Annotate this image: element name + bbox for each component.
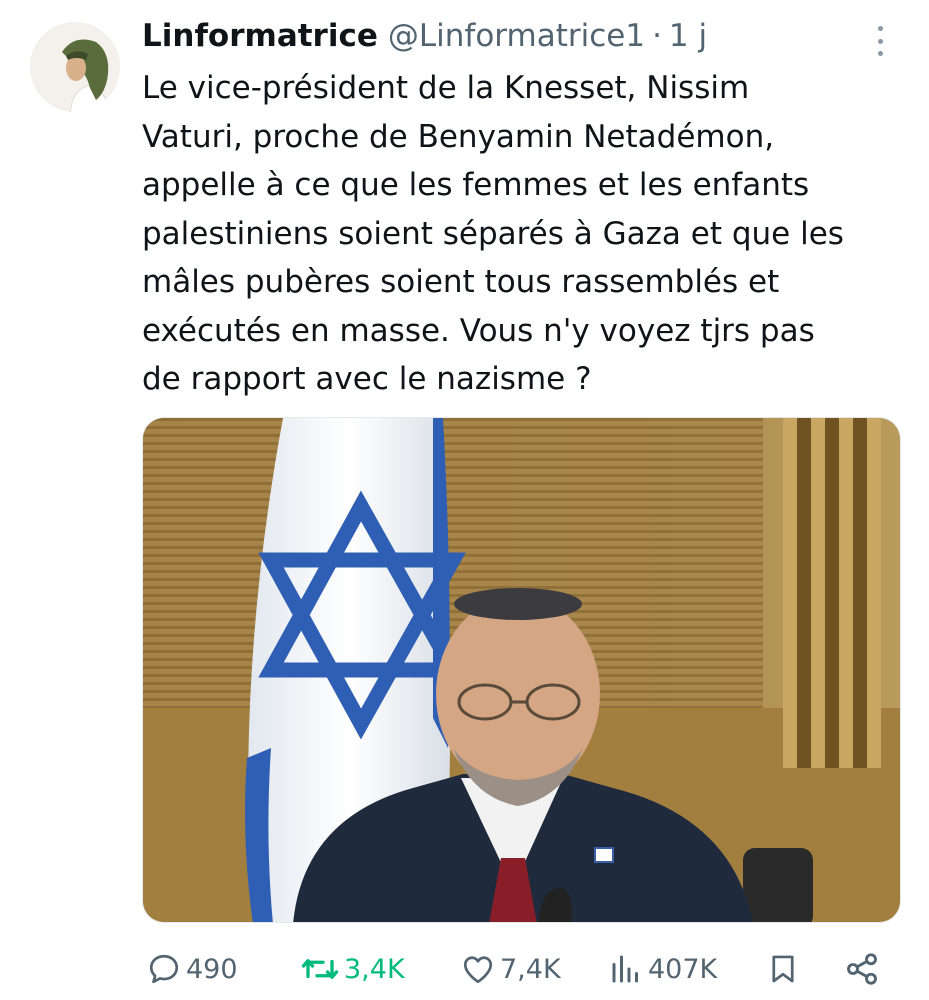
reply-count: 490 bbox=[186, 953, 238, 985]
retweet-count: 3,4K bbox=[344, 953, 405, 985]
share-icon bbox=[847, 953, 877, 985]
views-chart-icon bbox=[612, 955, 638, 983]
photo-illustration bbox=[143, 418, 900, 922]
tweet-text-line: palestiniens soient séparés à Gaza et qu… bbox=[142, 215, 844, 252]
author-name[interactable]: Linformatrice bbox=[142, 18, 378, 54]
tweet-text-line: Le vice-président de la Knesset, Nissim bbox=[142, 70, 750, 106]
like-count: 7,4K bbox=[500, 953, 561, 985]
tweet-text: Le vice-président de la Knesset, Nissim … bbox=[142, 64, 912, 404]
avatar-image bbox=[30, 22, 120, 112]
tweet-photo[interactable] bbox=[142, 417, 901, 923]
reply-icon bbox=[149, 954, 179, 984]
like-button[interactable]: 7,4K bbox=[460, 944, 561, 994]
views-button[interactable]: 407K bbox=[608, 944, 717, 994]
author-handle[interactable]: @Linformatrice1 bbox=[388, 18, 645, 54]
view-count: 407K bbox=[648, 953, 718, 985]
share-button[interactable] bbox=[844, 944, 880, 994]
tweet-text-line: Vaturi, proche de Benyamin Netadémon, bbox=[142, 118, 775, 155]
author-avatar[interactable] bbox=[30, 22, 120, 112]
more-options-icon[interactable] bbox=[872, 26, 888, 56]
retweet-button[interactable]: 3,4K bbox=[300, 944, 405, 994]
bookmark-button[interactable] bbox=[766, 944, 800, 994]
heart-icon bbox=[463, 956, 493, 984]
reply-button[interactable]: 490 bbox=[146, 944, 238, 994]
bookmark-icon bbox=[772, 955, 794, 983]
tweet-text-line: de rapport avec le nazisme ? bbox=[142, 361, 592, 397]
tweet-actions: 490 3,4K 7,4K 407K bbox=[142, 944, 902, 994]
tweet-header: Linformatrice @Linformatrice1 · 1 j bbox=[142, 14, 707, 58]
tweet-text-line: mâles pubères soient tous rassemblés et bbox=[142, 264, 780, 300]
retweet-icon bbox=[301, 959, 339, 979]
tweet-timestamp[interactable]: 1 j bbox=[669, 18, 707, 54]
tweet-text-line: appelle à ce que les femmes et les enfan… bbox=[142, 167, 810, 203]
tweet-text-line: exécutés en masse. Vous n'y voyez tjrs p… bbox=[142, 312, 815, 349]
separator-dot: · bbox=[652, 18, 662, 54]
